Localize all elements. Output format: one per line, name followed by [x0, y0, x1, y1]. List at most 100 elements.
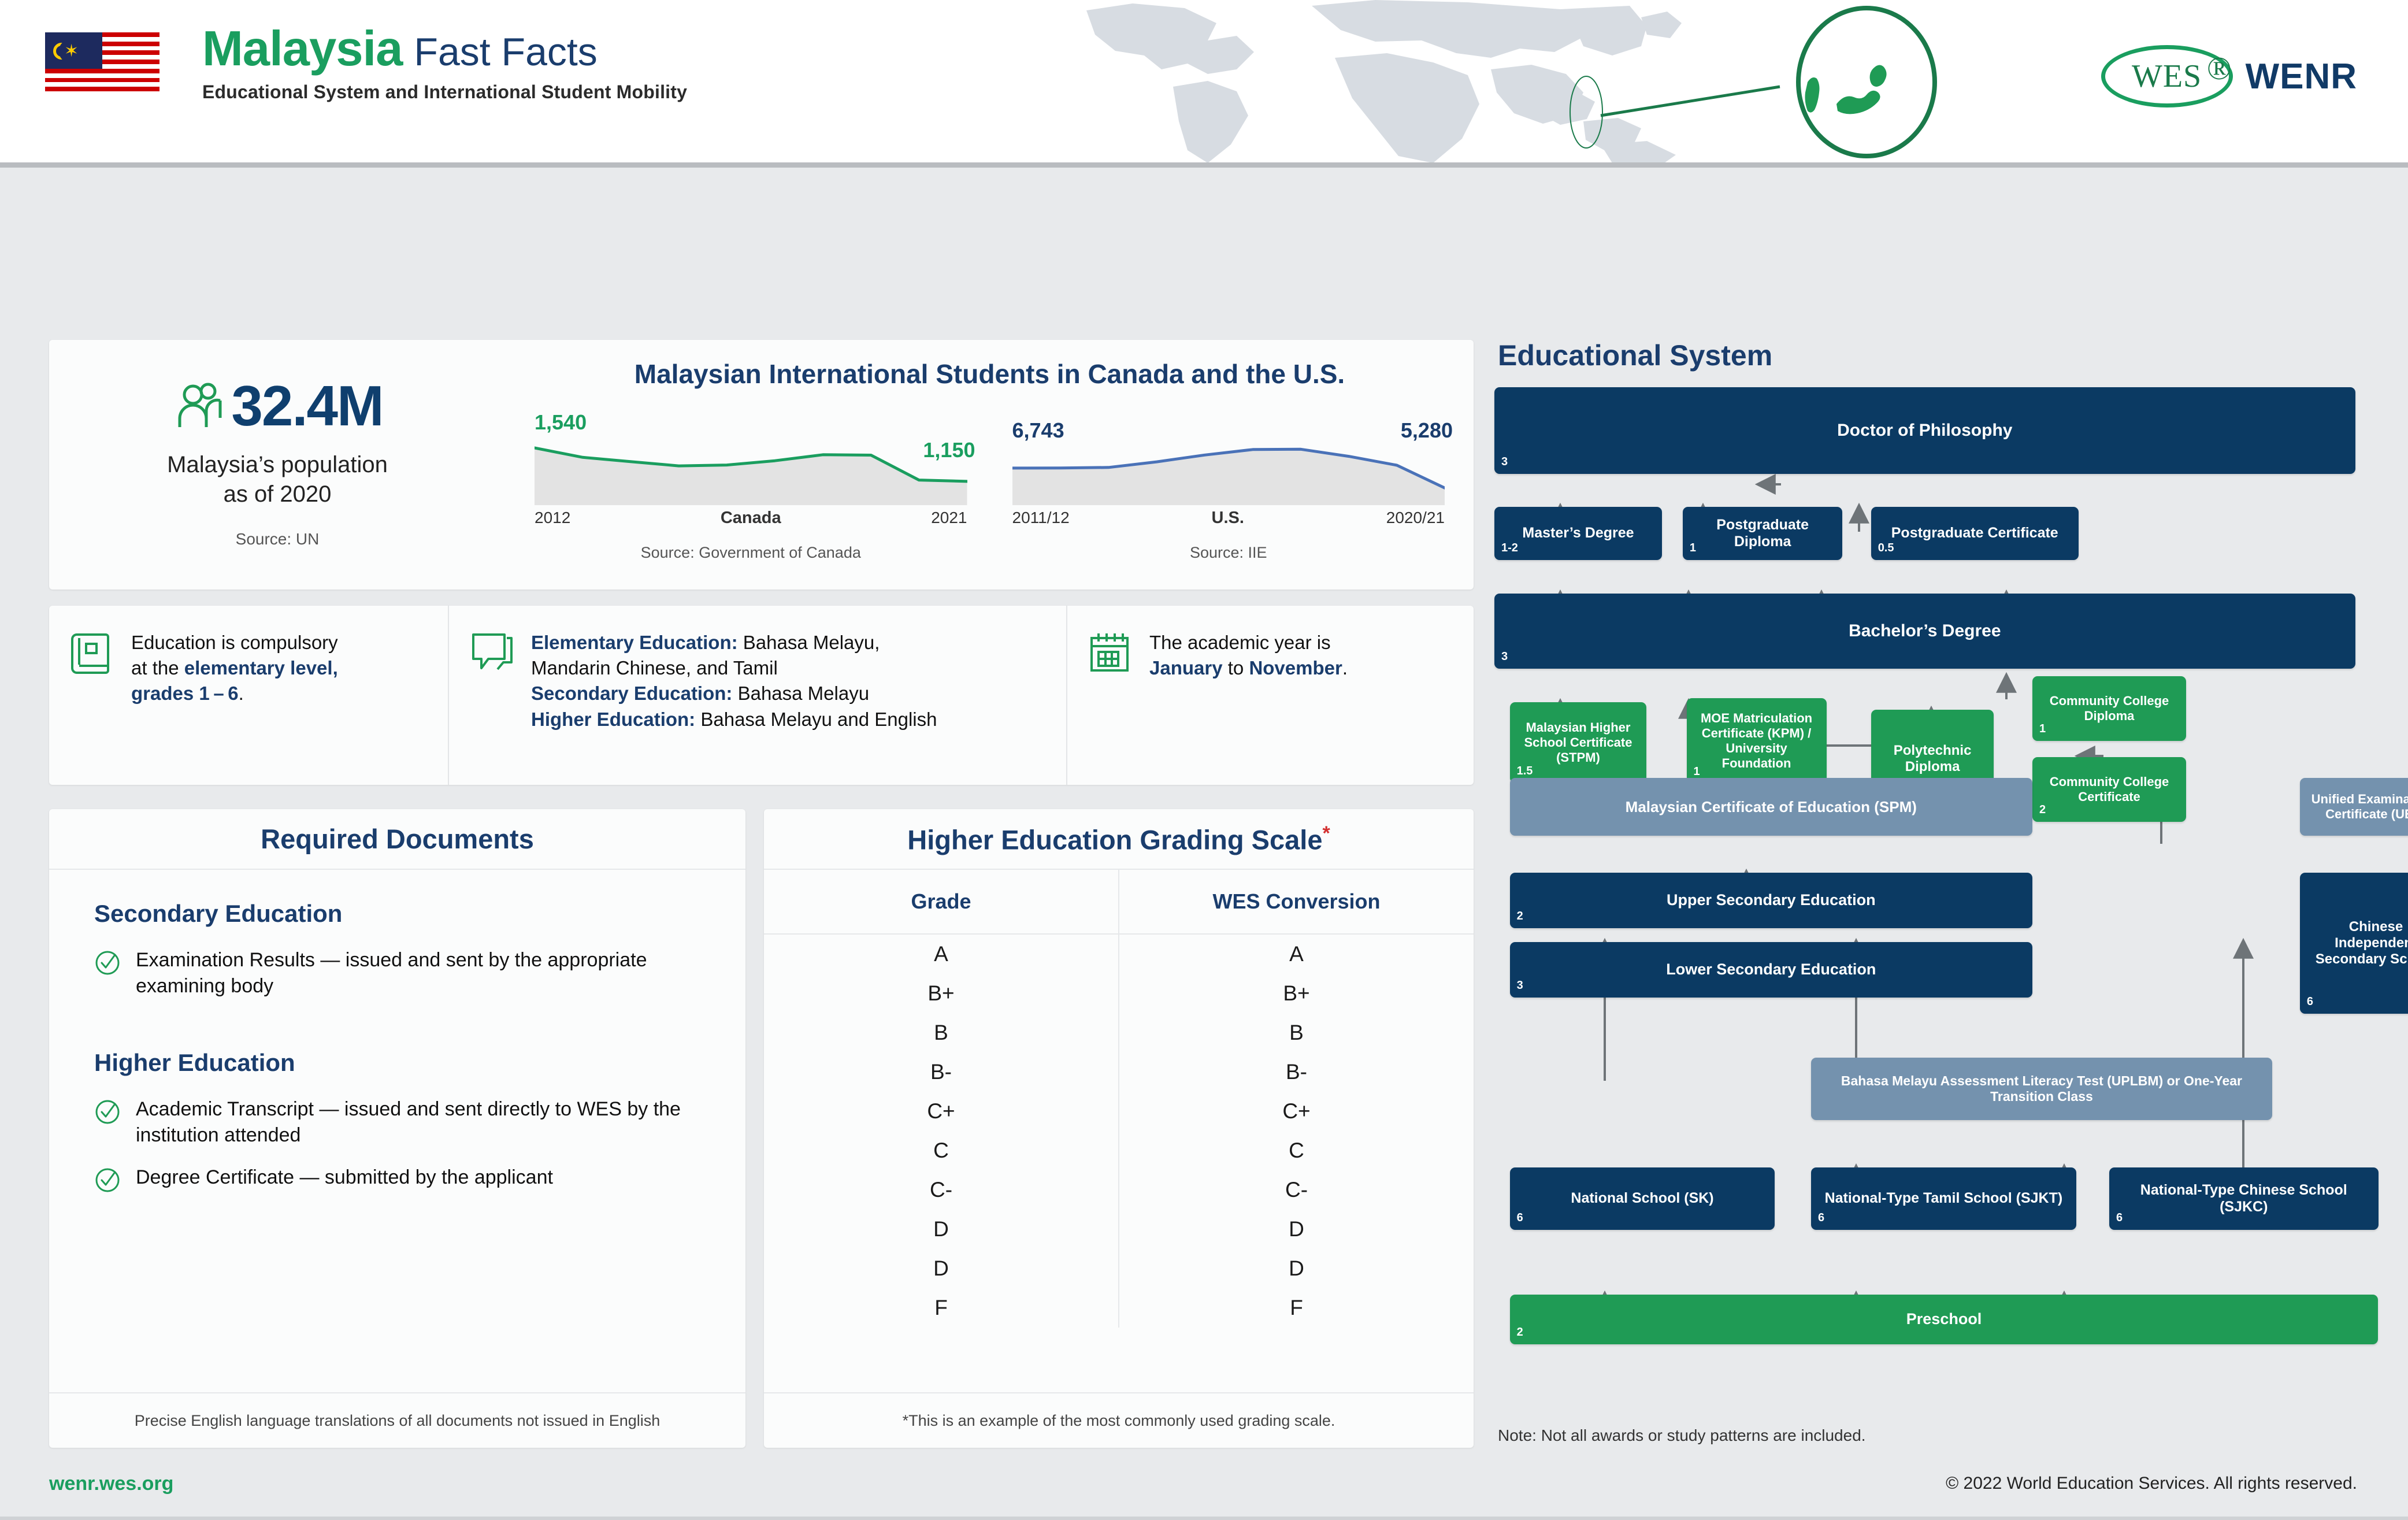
- edu-node-label: Unified Examinations Certificate (UEC): [2311, 792, 2408, 821]
- doc-item-text: Degree Certificate — submitted by the ap…: [136, 1166, 553, 1188]
- cell-grade: A: [764, 934, 1119, 974]
- required-documents-footnote-bar: Precise English language translations of…: [49, 1392, 745, 1448]
- title-country: Malaysia: [202, 21, 403, 76]
- footer-divider: [0, 1517, 2408, 1520]
- edu-node-chinese: Chinese Independent Secondary School 6: [2299, 873, 2408, 1014]
- edu-node-duration: 1: [1693, 765, 1700, 778]
- wes-wenr-logo[interactable]: WES ® WENR: [2101, 45, 2357, 107]
- doc-item-text: Academic Transcript — issued and sent di…: [136, 1098, 681, 1146]
- canada-end-value: 1,150: [923, 438, 975, 462]
- grading-asterisk-icon: *: [1322, 822, 1330, 844]
- wes-logo-text: WES: [2131, 58, 2202, 94]
- educational-system-diagram: Doctor of Philosophy 3 Master’s Degree 1-2 P…: [1494, 387, 2408, 1422]
- required-documents-body: Secondary Education Examination Results —…: [49, 870, 745, 1193]
- edu-node-label: Master’s Degree: [1522, 525, 1634, 542]
- people-icon: [172, 382, 227, 431]
- edu-node-sk: National School (SK) 6: [1509, 1167, 1775, 1230]
- fact-languages-of-instruction: Elementary Education: Bahasa Melayu, Mand…: [448, 606, 1066, 785]
- us-source: Source: IIE: [1189, 544, 1267, 561]
- speech-bubble-icon: [469, 630, 516, 785]
- grading-scale-card: Higher Education Grading Scale* Grade WE…: [764, 809, 1474, 1448]
- us-x-start: 2011/12: [1012, 509, 1070, 527]
- population-value: 32.4M: [231, 374, 384, 438]
- cell-wes-conversion: D: [1289, 1217, 1304, 1241]
- chart-canada: 1,540 1,150 2012 Canada 2021 Source: Gov…: [535, 410, 975, 562]
- wenr-url-link[interactable]: wenr.wes.org: [49, 1473, 173, 1495]
- edu-node-sjkt: National-Type Tamil School (SJKT) 6: [1810, 1167, 2076, 1230]
- cell-wes-conversion: D: [1289, 1256, 1304, 1280]
- required-documents-header: Required Documents: [49, 809, 745, 870]
- edu-node-label: Malaysian Higher School Certificate (STP…: [1524, 720, 1632, 765]
- malaysia-flag-icon: ✶: [45, 32, 159, 96]
- educational-system-heading: Educational System: [1498, 339, 1773, 372]
- edu-node-moe: MOE Matriculation Certificate (KPM) / Un…: [1686, 698, 1827, 784]
- edu-node-duration: 3: [1501, 650, 1508, 663]
- canada-source: Source: Government of Canada: [640, 544, 861, 561]
- grading-scale-header: Higher Education Grading Scale*: [764, 809, 1474, 870]
- edu-node-masters: Master’s Degree 1-2: [1494, 507, 1662, 560]
- table-row: C+ C+: [764, 1092, 1474, 1131]
- canada-start-value: 1,540: [535, 410, 587, 434]
- population-caption: Malaysia’s population as of 2020: [49, 450, 506, 509]
- title-tagline: Educational System and International Stu…: [202, 81, 688, 102]
- cell-wes-conversion: A: [1289, 942, 1304, 966]
- cell-wes-conversion: C: [1289, 1139, 1304, 1162]
- edu-node-uplbm: Bahasa Melayu Assessment Literacy Test (…: [1810, 1058, 2272, 1120]
- edu-node-sjkc: National-Type Chinese School (SJKC) 6: [2109, 1167, 2379, 1230]
- cell-grade: C: [764, 1131, 1119, 1170]
- edu-node-label: Postgraduate Diploma: [1716, 516, 1809, 550]
- table-row: BB: [764, 1013, 1474, 1052]
- edu-node-duration: 0.5: [1878, 542, 1894, 555]
- edu-node-label: Postgraduate Certificate: [1891, 525, 2058, 542]
- column-header-wes-conversion: WES Conversion: [1119, 870, 1474, 935]
- edu-node-label: Community College Certificate: [2049, 774, 2169, 804]
- registered-trademark-icon: ®: [2207, 51, 2232, 87]
- cell-grade: D: [764, 1210, 1119, 1249]
- check-circle-icon: [94, 1165, 121, 1193]
- edu-node-ccdip: Community College Diploma 1: [2032, 676, 2186, 741]
- grading-footnote-bar: *This is an example of the most commonly…: [764, 1392, 1474, 1448]
- edu-node-label: Bahasa Melayu Assessment Literacy Test (…: [1841, 1073, 2242, 1104]
- edu-node-duration: 1-2: [1501, 542, 1518, 555]
- cell-grade: B: [764, 1013, 1119, 1052]
- edu-node-duration: 1.5: [1516, 765, 1533, 778]
- edu-node-label: Doctor of Philosophy: [1837, 421, 2013, 440]
- grading-footnote: *This is an example of the most commonly…: [903, 1412, 1335, 1430]
- table-row: DD: [764, 1249, 1474, 1288]
- required-documents-heading: Required Documents: [261, 824, 534, 854]
- list-item: Examination Results — issued and sent by…: [94, 947, 700, 999]
- fact-compulsory-text: Education is compulsory at the elementary…: [131, 632, 338, 705]
- quick-facts-row: Education is compulsory at the elementary…: [49, 606, 1474, 785]
- edu-node-label: Polytechnic Diploma: [1893, 742, 1972, 774]
- table-row: CC: [764, 1131, 1474, 1170]
- canada-area-chart: [535, 440, 967, 505]
- cell-grade: B+: [764, 974, 1119, 1013]
- edu-node-phd: Doctor of Philosophy 3: [1494, 387, 2355, 474]
- edu-node-pgcert: Postgraduate Certificate 0.5: [1871, 507, 2079, 560]
- edu-node-label: Community College Diploma: [2049, 694, 2169, 723]
- fact-academic-year-text: The academic year is January to November.: [1149, 632, 1348, 679]
- cell-wes-conversion: B: [1289, 1021, 1304, 1044]
- edu-node-upper: Upper Secondary Education 2: [1509, 873, 2032, 928]
- population-stat: 32.4M Malaysia’s population as of 2020 S…: [49, 340, 506, 590]
- edu-node-lower: Lower Secondary Education 3: [1509, 942, 2032, 998]
- fact-languages-text: Elementary Education: Bahasa Melayu, Mand…: [531, 632, 937, 730]
- edu-node-duration: 1: [2039, 722, 2046, 736]
- us-area-chart: [1012, 440, 1445, 505]
- us-start-value: 6,743: [1012, 418, 1064, 442]
- table-row: B- B-: [764, 1052, 1474, 1092]
- grading-scale-heading-text: Higher Education Grading Scale: [907, 824, 1323, 855]
- us-x-end: 2020/21: [1386, 509, 1445, 527]
- edu-node-bachelor: Bachelor’s Degree 3: [1494, 594, 2355, 669]
- edu-node-duration: 6: [1817, 1211, 1825, 1225]
- edu-node-label: Malaysian Certificate of Education (SPM): [1625, 798, 1917, 815]
- edu-node-duration: 2: [2039, 803, 2046, 817]
- world-map-graphic: [1063, 0, 1999, 162]
- edu-node-duration: 3: [1516, 979, 1523, 992]
- edu-node-label: Chinese Independent Secondary School: [2315, 918, 2408, 967]
- edu-node-label: Lower Secondary Education: [1666, 961, 1876, 978]
- edu-node-spm: Malaysian Certificate of Education (SPM): [1509, 778, 2032, 836]
- edu-node-preschool: Preschool 2: [1509, 1295, 2379, 1344]
- wes-logo-mark: WES ®: [2101, 45, 2233, 107]
- cell-grade: C-: [764, 1170, 1119, 1210]
